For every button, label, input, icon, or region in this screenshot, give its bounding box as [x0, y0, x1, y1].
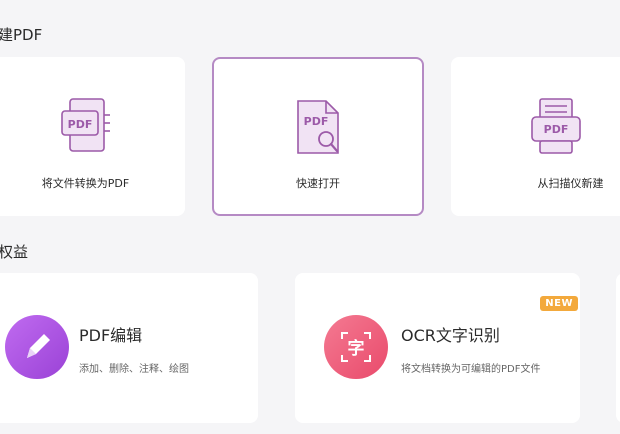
create-section-title: 建PDF	[0, 26, 43, 44]
convert-to-pdf-label: 将文件转换为PDF	[41, 177, 130, 190]
convert-to-pdf-card[interactable]: PDF 将文件转换为PDF	[0, 57, 185, 216]
partial-feature-card[interactable]	[616, 273, 620, 423]
ocr-title: OCR文字识别	[401, 326, 500, 345]
pdf-edit-title: PDF编辑	[79, 326, 143, 345]
benefits-section-title: 权益	[0, 243, 29, 261]
quick-open-pdf-icon: PDF	[290, 97, 346, 157]
pdf-edit-card[interactable]: PDF编辑 添加、删除、注释、绘图	[0, 273, 258, 423]
quick-open-label: 快速打开	[296, 177, 340, 190]
ocr-character-icon: 字	[324, 315, 388, 379]
convert-to-pdf-icon: PDF	[58, 97, 114, 157]
pencil-edit-icon	[5, 315, 69, 379]
new-badge: NEW	[540, 296, 578, 311]
new-from-scanner-label: 从扫描仪新建	[537, 177, 604, 190]
svg-text:PDF: PDF	[544, 123, 569, 136]
new-from-scanner-card[interactable]: PDF 从扫描仪新建	[451, 57, 620, 216]
pdf-edit-description: 添加、删除、注释、绘图	[79, 364, 189, 375]
svg-text:PDF: PDF	[304, 115, 329, 128]
ocr-description: 将文档转换为可编辑的PDF文件	[401, 364, 541, 375]
svg-text:字: 字	[348, 338, 365, 359]
svg-text:PDF: PDF	[67, 118, 92, 131]
quick-open-card[interactable]: PDF 快速打开	[212, 57, 424, 216]
scanner-pdf-icon: PDF	[528, 97, 584, 157]
ocr-card[interactable]: 字 OCR文字识别 将文档转换为可编辑的PDF文件 NEW	[295, 273, 580, 423]
